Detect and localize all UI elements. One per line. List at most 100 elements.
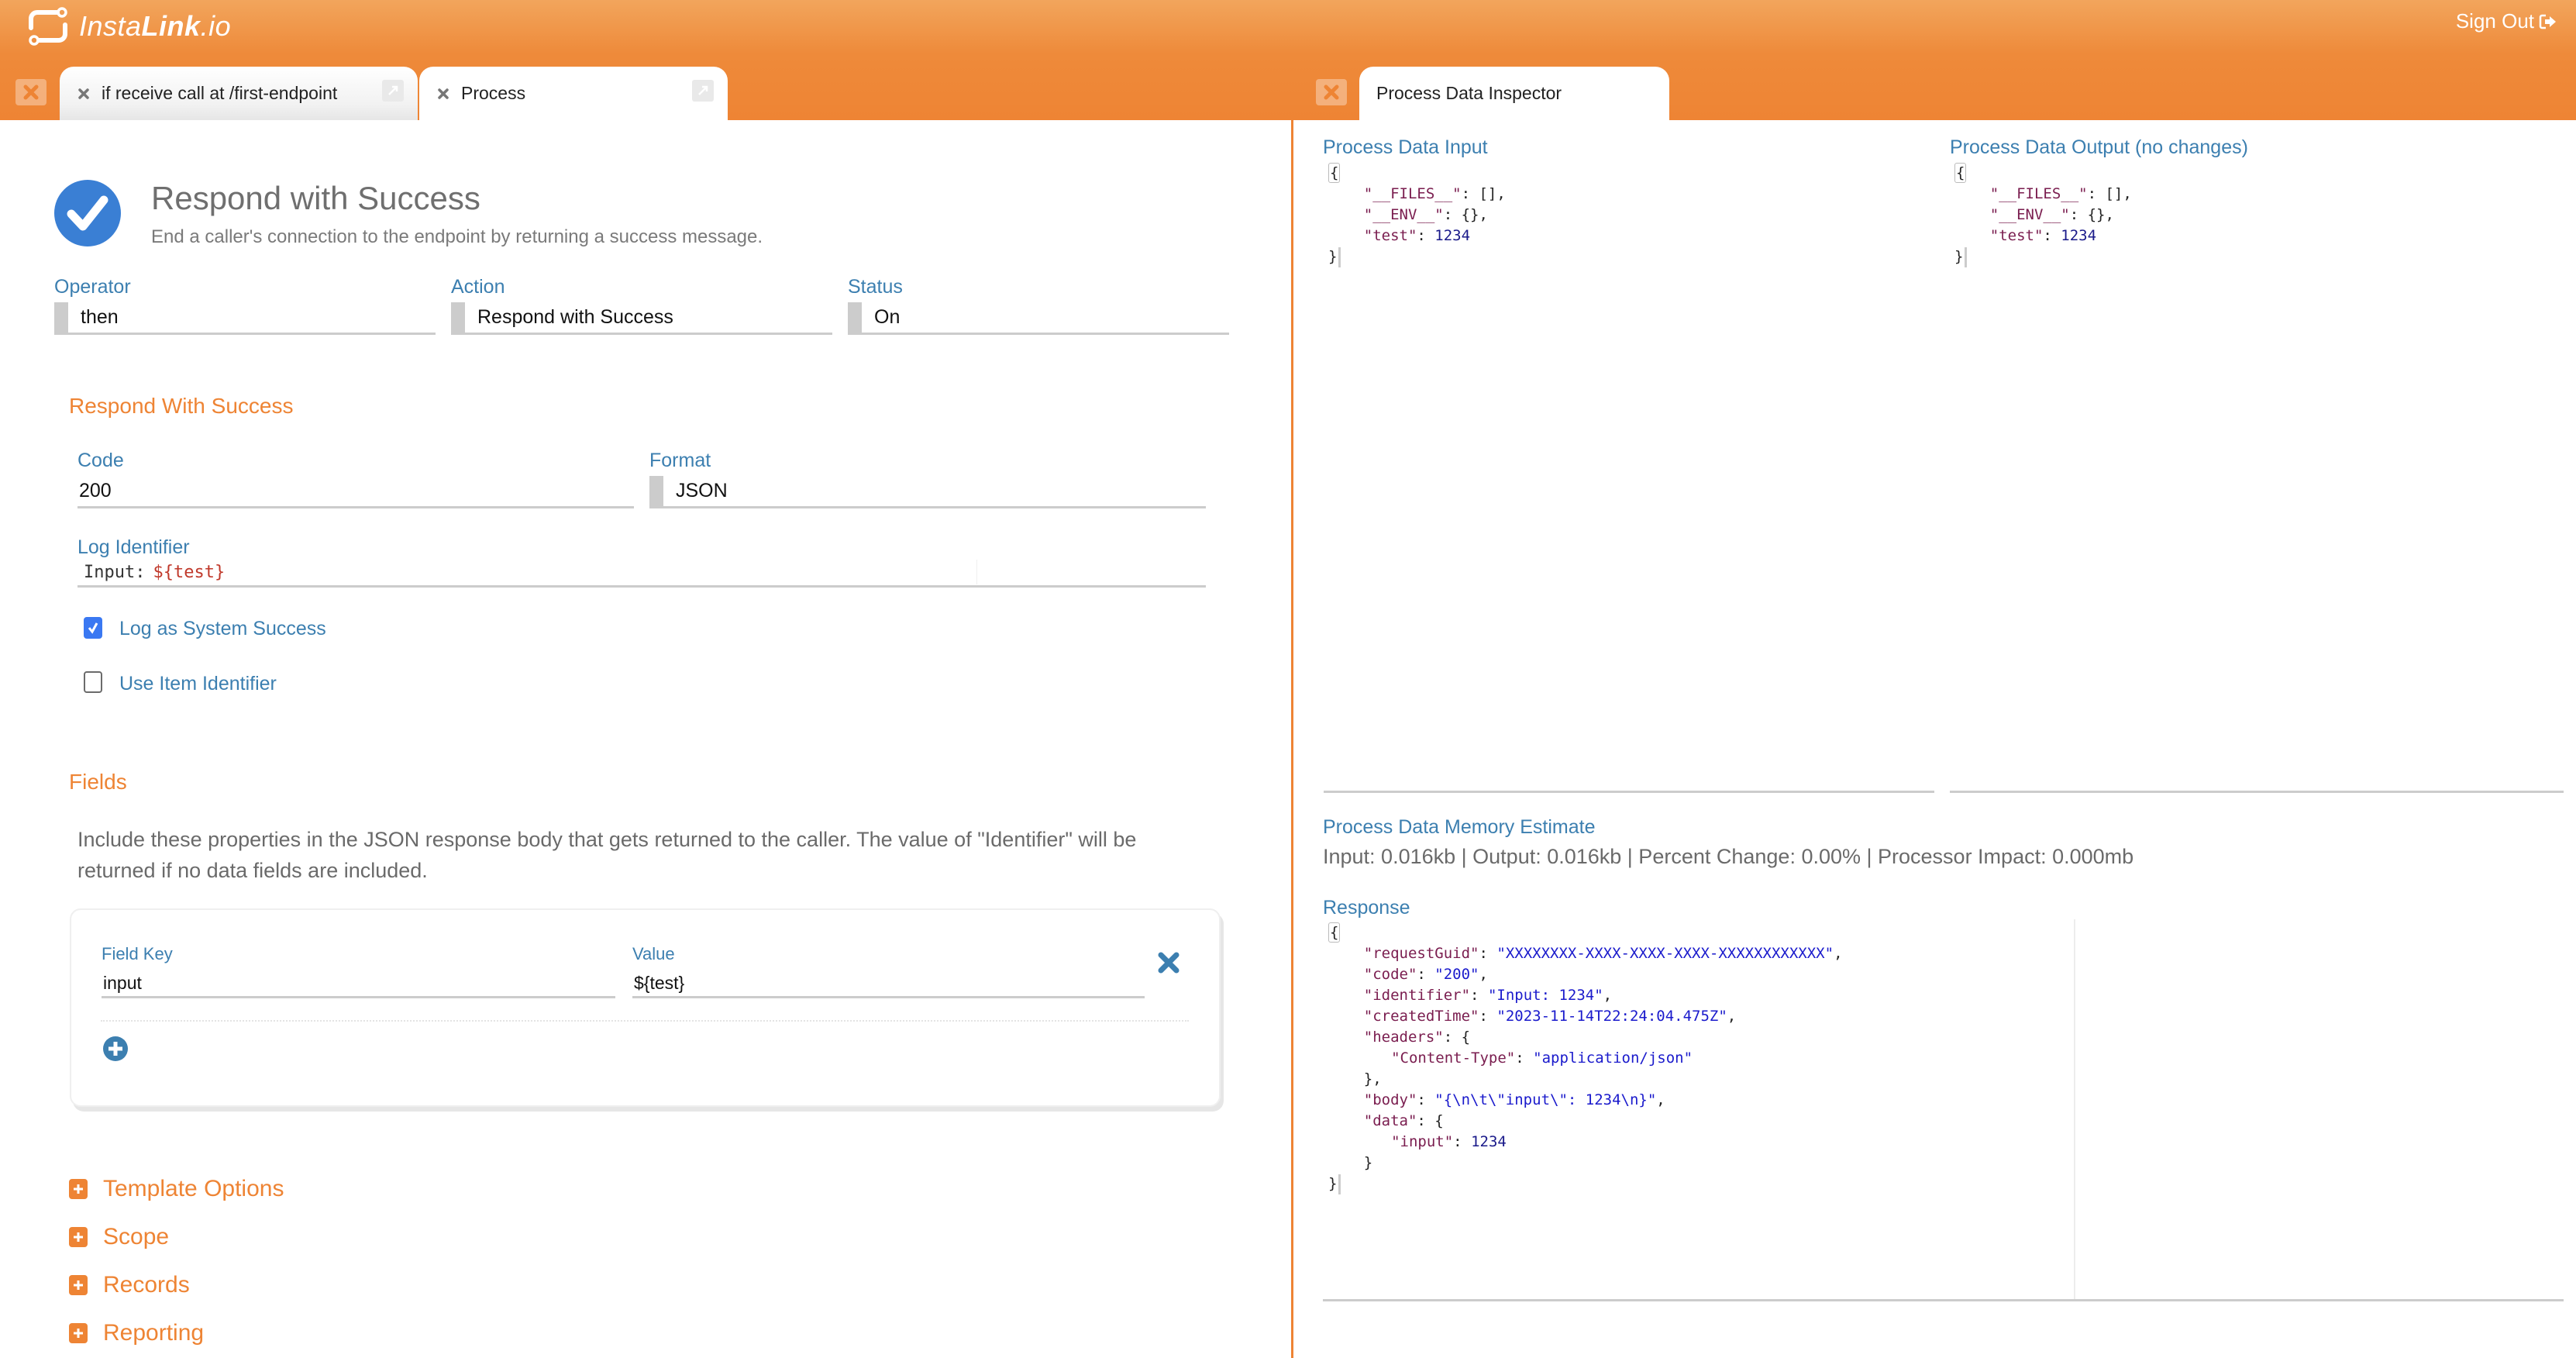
tab-first-endpoint[interactable]: if receive call at /first-endpoint bbox=[60, 67, 418, 120]
json-line: "createdTime": "2023-11-14T22:24:04.475Z… bbox=[1363, 1008, 1737, 1025]
format-label: Format bbox=[649, 450, 711, 471]
tab-process-data-inspector[interactable]: Process Data Inspector bbox=[1359, 67, 1669, 120]
accordion-label: Template Options bbox=[103, 1176, 284, 1201]
add-field-icon[interactable] bbox=[102, 1036, 129, 1062]
popout-arrow-icon bbox=[698, 85, 708, 95]
tab-close-icon[interactable] bbox=[436, 87, 450, 101]
json-open-brace: { bbox=[1954, 163, 1967, 183]
json-line: "__ENV__": {}, bbox=[1363, 206, 1488, 223]
log-identifier-variable: ${test} bbox=[153, 563, 226, 582]
sign-out-icon bbox=[2539, 14, 2556, 29]
accordion-records[interactable]: Records bbox=[69, 1270, 190, 1301]
sign-out-label: Sign Out bbox=[2455, 9, 2534, 33]
close-icon bbox=[1324, 84, 1339, 100]
action-select[interactable]: Respond with Success bbox=[451, 302, 832, 335]
action-title: Respond with Success bbox=[151, 180, 480, 216]
expand-plus-icon bbox=[69, 1179, 88, 1199]
json-line: "body": "{\n\t\"input\": 1234\n}", bbox=[1363, 1091, 1665, 1108]
json-line: "__FILES__": [], bbox=[1363, 185, 1506, 202]
accordion-scope[interactable]: Scope bbox=[69, 1222, 169, 1253]
editor-print-margin bbox=[976, 560, 977, 584]
logo-text-suffix: .io bbox=[200, 10, 232, 42]
instalink-logo-icon bbox=[29, 7, 67, 46]
json-line: "__ENV__": {}, bbox=[1989, 206, 2114, 223]
action-label: Action bbox=[451, 276, 505, 298]
json-line: "test": 1234 bbox=[1363, 227, 1471, 244]
operator-value: then bbox=[81, 306, 119, 328]
field-key-label: Field Key bbox=[102, 944, 173, 963]
operator-select[interactable]: then bbox=[54, 302, 436, 335]
memory-estimate-title: Process Data Memory Estimate bbox=[1323, 816, 1596, 838]
process-data-input-editor[interactable]: { "__FILES__": [], "__ENV__": {}, "test"… bbox=[1328, 163, 1506, 267]
close-all-tabs-left-button[interactable] bbox=[15, 79, 46, 105]
tab-label: Process Data Inspector bbox=[1376, 83, 1562, 103]
panel-divider[interactable] bbox=[1291, 120, 1293, 1358]
logo-text-bold: Link bbox=[141, 10, 201, 42]
json-open-brace: { bbox=[1328, 163, 1341, 183]
tab-popout-button[interactable] bbox=[692, 80, 714, 102]
accordion-reporting[interactable]: Reporting bbox=[69, 1318, 204, 1349]
json-line: "__FILES__": [], bbox=[1989, 185, 2132, 202]
log-identifier-label: Log Identifier bbox=[77, 536, 190, 558]
status-value: On bbox=[874, 306, 901, 328]
expand-plus-icon bbox=[69, 1275, 88, 1295]
accordion-label: Scope bbox=[103, 1224, 170, 1249]
value-label: Value bbox=[632, 944, 675, 963]
field-row-separator bbox=[101, 1020, 1189, 1022]
tab-close-icon[interactable] bbox=[77, 87, 91, 101]
json-line: "data": { bbox=[1363, 1112, 1444, 1129]
tab-label: Process bbox=[461, 83, 526, 103]
logo[interactable]: InstaLink.io bbox=[23, 5, 231, 48]
code-label: Code bbox=[77, 450, 124, 471]
json-close-brace: } bbox=[1954, 246, 2132, 267]
field-key-value: input bbox=[103, 973, 142, 993]
code-input[interactable]: 200 bbox=[77, 476, 634, 508]
json-close-brace: } bbox=[1328, 1174, 1843, 1194]
response-editor-print-margin bbox=[2074, 919, 2075, 1301]
response-editor[interactable]: { "requestGuid": "XXXXXXXX-XXXX-XXXX-XXX… bbox=[1328, 922, 1843, 1194]
close-icon bbox=[23, 84, 39, 100]
field-value-input[interactable]: ${test} bbox=[632, 970, 1145, 998]
use-item-identifier-label[interactable]: Use Item Identifier bbox=[119, 673, 277, 695]
success-check-icon bbox=[54, 180, 121, 246]
json-line: "identifier": "Input: 1234", bbox=[1363, 987, 1613, 1004]
response-title: Response bbox=[1323, 897, 1410, 919]
process-data-input-title: Process Data Input bbox=[1323, 136, 1488, 158]
accordion-label: Records bbox=[103, 1272, 190, 1298]
json-line: "Content-Type": "application/json" bbox=[1391, 1050, 1693, 1067]
logo-text: InstaLink.io bbox=[79, 10, 231, 43]
action-value: Respond with Success bbox=[477, 306, 673, 328]
fields-heading: Fields bbox=[69, 770, 127, 794]
process-data-output-title: Process Data Output (no changes) bbox=[1950, 136, 2248, 158]
tab-process[interactable]: Process bbox=[419, 67, 728, 120]
tab-popout-button[interactable] bbox=[382, 80, 404, 102]
accordion-template-options[interactable]: Template Options bbox=[69, 1174, 284, 1205]
json-open-brace: { bbox=[1328, 922, 1341, 943]
respond-with-success-heading: Respond With Success bbox=[69, 394, 294, 418]
sign-out-button[interactable]: Sign Out bbox=[2456, 9, 2557, 33]
operator-label: Operator bbox=[54, 276, 131, 298]
expand-plus-icon bbox=[69, 1227, 88, 1247]
use-item-identifier-checkbox[interactable] bbox=[84, 671, 102, 693]
response-editor-bottom-border bbox=[1323, 1299, 2564, 1301]
json-line: "requestGuid": "XXXXXXXX-XXXX-XXXX-XXXX-… bbox=[1363, 945, 1843, 962]
format-value: JSON bbox=[676, 480, 728, 501]
memory-estimate-text: Input: 0.016kb | Output: 0.016kb | Perce… bbox=[1323, 845, 2134, 868]
logo-text-light: Insta bbox=[79, 10, 142, 42]
log-as-system-success-label[interactable]: Log as System Success bbox=[119, 618, 326, 640]
status-label: Status bbox=[848, 276, 903, 298]
remove-field-icon[interactable] bbox=[1156, 950, 1181, 975]
log-as-system-success-checkbox[interactable] bbox=[84, 617, 102, 639]
json-line: "code": "200", bbox=[1363, 966, 1488, 983]
checkmark-icon bbox=[88, 622, 98, 634]
accordion-label: Reporting bbox=[103, 1320, 205, 1346]
status-select[interactable]: On bbox=[848, 302, 1229, 335]
fields-card: Field Key input Value ${test} bbox=[70, 908, 1221, 1107]
format-select[interactable]: JSON bbox=[649, 476, 1206, 508]
process-data-output-editor[interactable]: { "__FILES__": [], "__ENV__": {}, "test"… bbox=[1954, 163, 2132, 267]
field-key-input[interactable]: input bbox=[102, 970, 615, 998]
log-identifier-editor[interactable]: Input: ${test} bbox=[77, 560, 1206, 588]
action-subtitle: End a caller's connection to the endpoin… bbox=[151, 226, 763, 247]
close-inspector-button[interactable] bbox=[1316, 79, 1347, 105]
json-close-brace: } bbox=[1328, 246, 1506, 267]
